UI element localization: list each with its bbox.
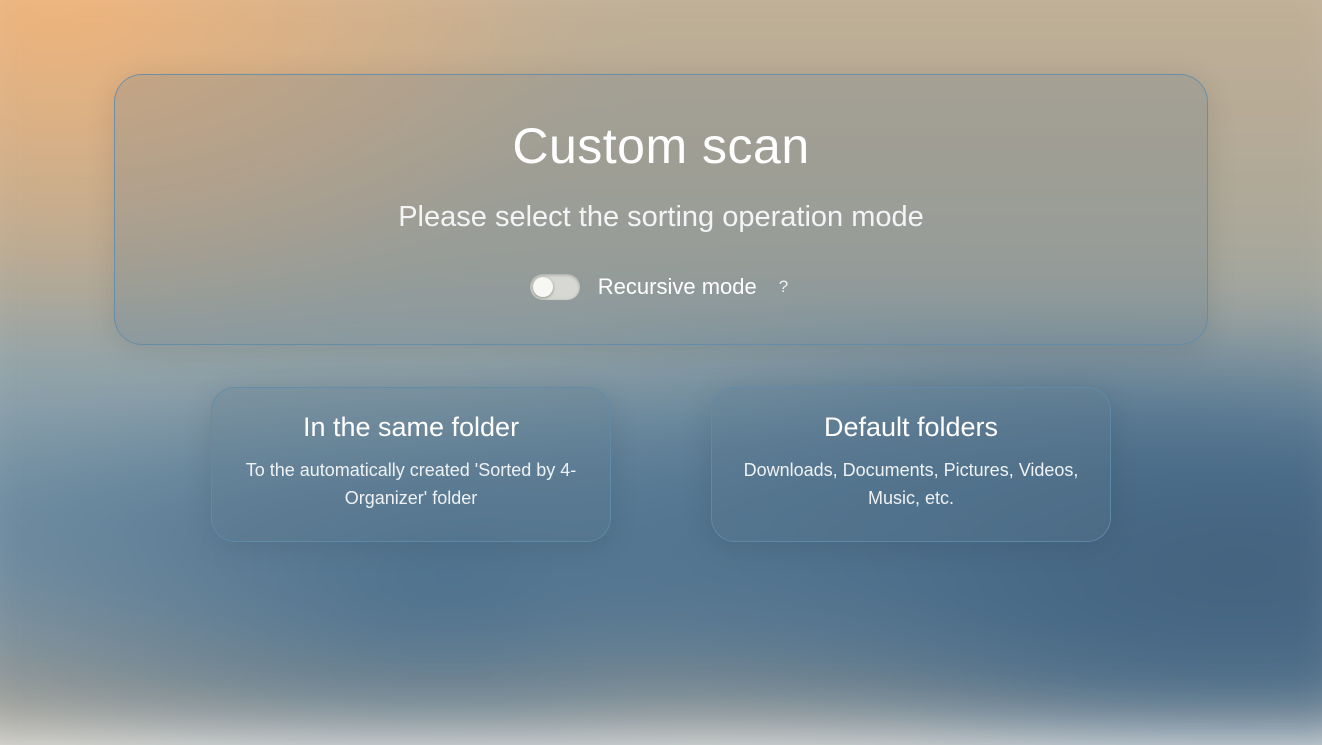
page-subtitle: Please select the sorting operation mode <box>155 201 1167 234</box>
header-panel: Custom scan Please select the sorting op… <box>114 74 1208 345</box>
recursive-mode-row: Recursive mode ? <box>155 274 1167 300</box>
option-default-folders[interactable]: Default folders Downloads, Documents, Pi… <box>711 387 1111 542</box>
option-same-folder[interactable]: In the same folder To the automatically … <box>211 387 611 542</box>
option-title: In the same folder <box>238 412 584 443</box>
recursive-mode-toggle[interactable] <box>530 274 580 300</box>
help-icon[interactable]: ? <box>775 275 792 299</box>
main-stage: Custom scan Please select the sorting op… <box>0 0 1322 685</box>
toggle-knob <box>533 277 553 297</box>
page-title: Custom scan <box>155 117 1167 175</box>
option-desc: Downloads, Documents, Pictures, Videos, … <box>738 457 1084 513</box>
options-row: In the same folder To the automatically … <box>211 387 1111 542</box>
option-desc: To the automatically created 'Sorted by … <box>238 457 584 513</box>
recursive-mode-label: Recursive mode <box>598 274 757 300</box>
option-title: Default folders <box>738 412 1084 443</box>
